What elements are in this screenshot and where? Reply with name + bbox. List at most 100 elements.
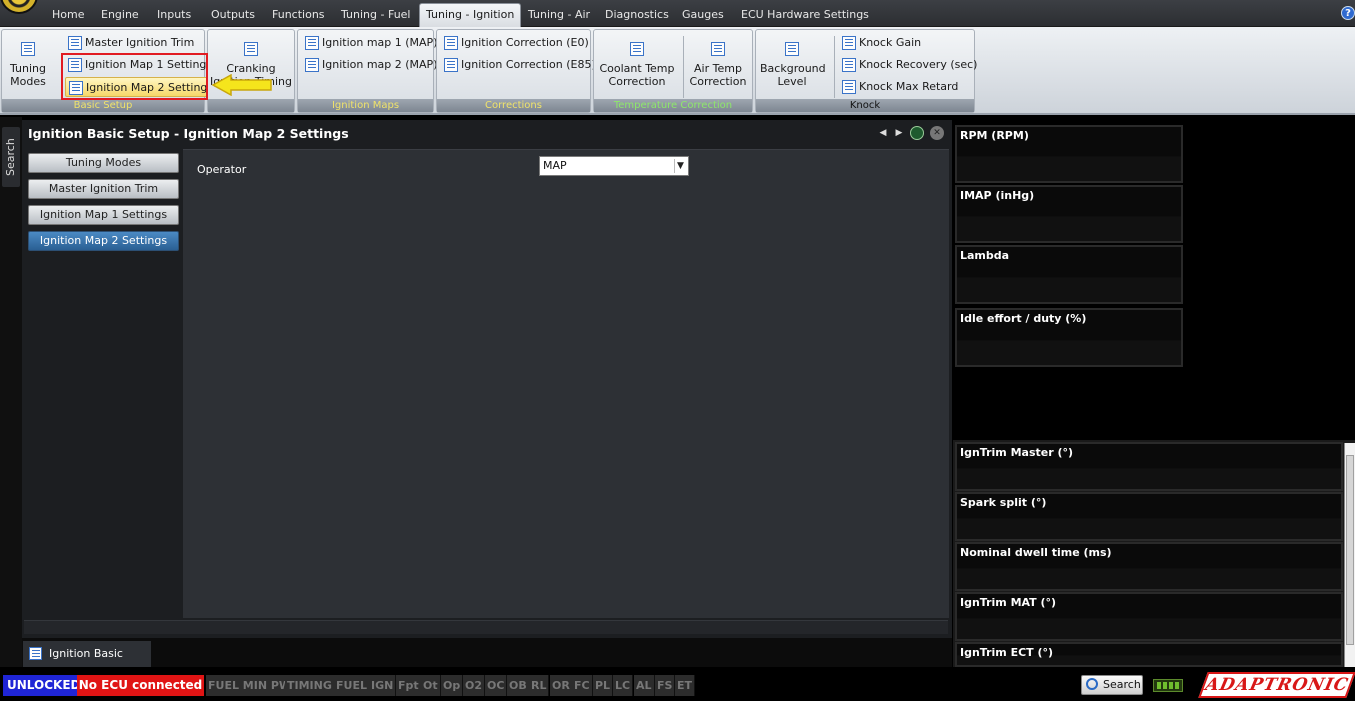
gauge-igntrim-ect[interactable]: IgnTrim ECT (°) xyxy=(955,642,1343,667)
highlight-box xyxy=(61,53,208,100)
operator-select[interactable]: MAP ▼ xyxy=(539,156,689,176)
search-button[interactable]: Search xyxy=(1081,675,1143,695)
gauge-igntrim-mat[interactable]: IgnTrim MAT (°) xyxy=(955,592,1343,641)
tab-ecu-hardware-settings[interactable]: ECU Hardware Settings xyxy=(735,6,875,26)
separator xyxy=(683,36,684,98)
gauge-lambda[interactable]: Lambda xyxy=(955,245,1183,304)
gauge-icon[interactable] xyxy=(910,126,924,140)
table-icon xyxy=(29,647,42,660)
status-bar: UNLOCKED No ECU connected FUEL MIN PW TI… xyxy=(0,667,1355,701)
horizontal-scrollbar[interactable] xyxy=(24,620,948,634)
operator-label: Operator xyxy=(197,163,247,176)
scrollbar-thumb[interactable] xyxy=(1346,455,1354,645)
ignition-correction-e85-button[interactable]: Ignition Correction (E85) xyxy=(441,55,600,75)
gauge-igntrim-master[interactable]: IgnTrim Master (°) xyxy=(955,442,1343,491)
air-temp-correction-button[interactable]: Air Temp Correction xyxy=(686,36,750,88)
table-icon xyxy=(630,42,644,56)
app-logo[interactable] xyxy=(0,0,38,14)
indicator-fpt: Fpt xyxy=(396,675,422,696)
search-icon xyxy=(1086,678,1098,690)
group-label-corrections: Corrections xyxy=(437,99,590,112)
search-side-tab[interactable]: Search xyxy=(2,127,20,187)
tab-tuning-ignition[interactable]: Tuning - Ignition xyxy=(419,3,522,27)
document-tabs: Ignition Basic Setup xyxy=(22,638,952,686)
gauge-idle-effort[interactable]: Idle effort / duty (%) xyxy=(955,308,1183,367)
table-icon xyxy=(444,36,458,50)
indicator-ign: IGN xyxy=(369,675,397,696)
ignition-correction-e0-button[interactable]: Ignition Correction (E0) xyxy=(441,33,593,53)
yellow-arrow-icon xyxy=(211,74,272,96)
nav-master-ignition-trim[interactable]: Master Ignition Trim xyxy=(28,179,179,199)
tab-engine[interactable]: Engine xyxy=(95,6,145,26)
indicator-et: ET xyxy=(675,675,696,696)
gauge-spark-split[interactable]: Spark split (°) xyxy=(955,492,1343,541)
indicator-fc: FC xyxy=(572,675,593,696)
tab-tuning-air[interactable]: Tuning - Air xyxy=(522,6,596,26)
brand-logo: ADAPTRONIC xyxy=(1198,672,1355,698)
group-label-cranking xyxy=(208,99,294,112)
nav-ignition-map-1-settings[interactable]: Ignition Map 1 Settings xyxy=(28,205,179,225)
table-icon xyxy=(68,36,82,50)
ignition-map-1-map-button[interactable]: Ignition map 1 (MAP) xyxy=(302,33,441,53)
gauge-imap[interactable]: IMAP (inHg) xyxy=(955,185,1183,243)
page-title: Ignition Basic Setup - Ignition Map 2 Se… xyxy=(28,126,349,141)
panel-controls: ◀ ▶ ✕ xyxy=(876,126,946,140)
table-icon xyxy=(842,58,856,72)
group-label-ignition-maps: Ignition Maps xyxy=(298,99,433,112)
menu-bar: Home Engine Inputs Outputs Functions Tun… xyxy=(0,0,1355,27)
knock-gain-button[interactable]: Knock Gain xyxy=(839,33,925,53)
tuning-modes-button[interactable]: Tuning Modes xyxy=(6,36,50,88)
table-icon xyxy=(305,36,319,50)
group-temperature-correction: Coolant Temp Correction Air Temp Correct… xyxy=(593,29,753,113)
indicator-fs: FS xyxy=(655,675,676,696)
tab-inputs[interactable]: Inputs xyxy=(151,6,197,26)
tab-outputs[interactable]: Outputs xyxy=(205,6,261,26)
table-icon xyxy=(244,42,258,56)
help-icon[interactable]: ? xyxy=(1341,6,1355,20)
indicator-rl: RL xyxy=(529,675,550,696)
main-panel: Ignition Basic Setup - Ignition Map 2 Se… xyxy=(22,120,952,638)
ribbon: Tuning Modes Master Ignition Trim Igniti… xyxy=(0,27,1355,115)
separator xyxy=(834,36,835,98)
connection-status-badge: No ECU connected xyxy=(77,675,204,696)
knock-recovery-button[interactable]: Knock Recovery (sec) xyxy=(839,55,981,75)
background-level-button[interactable]: Background Level xyxy=(760,36,826,88)
table-icon xyxy=(444,58,458,72)
gauge-nominal-dwell[interactable]: Nominal dwell time (ms) xyxy=(955,542,1343,591)
ignition-map-2-map-button[interactable]: Ignition map 2 (MAP) xyxy=(302,55,441,75)
table-icon xyxy=(785,42,799,56)
group-cranking: Cranking Ignition Timing xyxy=(207,29,295,113)
vertical-scrollbar[interactable] xyxy=(1344,443,1355,667)
tab-diagnostics[interactable]: Diagnostics xyxy=(599,6,675,26)
indicator-lc: LC xyxy=(613,675,634,696)
table-icon xyxy=(21,42,35,56)
indicator-ot: Ot xyxy=(421,675,441,696)
master-ignition-trim-button[interactable]: Master Ignition Trim xyxy=(65,33,198,53)
table-icon xyxy=(842,80,856,94)
coolant-temp-correction-button[interactable]: Coolant Temp Correction xyxy=(598,36,676,88)
close-icon[interactable]: ✕ xyxy=(930,126,944,140)
tab-functions[interactable]: Functions xyxy=(266,6,331,26)
table-icon xyxy=(711,42,725,56)
indicator-pl: PL xyxy=(593,675,614,696)
chevron-down-icon: ▼ xyxy=(674,159,686,173)
lock-status-badge: UNLOCKED xyxy=(3,675,85,696)
table-icon xyxy=(842,36,856,50)
prev-arrow-icon[interactable]: ◀ xyxy=(876,126,890,140)
tab-gauges[interactable]: Gauges xyxy=(676,6,730,26)
group-label-temperature-correction: Temperature Correction xyxy=(594,99,752,112)
tab-tuning-fuel[interactable]: Tuning - Fuel xyxy=(335,6,417,26)
tab-home[interactable]: Home xyxy=(46,6,90,26)
gauge-rpm[interactable]: RPM (RPM) xyxy=(955,125,1183,183)
doc-tab-ignition-basic-setup[interactable]: Ignition Basic Setup xyxy=(23,641,151,686)
nav-ignition-map-2-settings[interactable]: Ignition Map 2 Settings xyxy=(28,231,179,251)
settings-content: Operator MAP ▼ xyxy=(183,149,949,618)
indicator-o2: O2 xyxy=(463,675,486,696)
knock-max-retard-button[interactable]: Knock Max Retard xyxy=(839,77,962,97)
next-arrow-icon[interactable]: ▶ xyxy=(892,126,906,140)
group-label-basic-setup: Basic Setup xyxy=(2,99,204,112)
indicator-op: Op xyxy=(441,675,464,696)
group-corrections: Ignition Correction (E0) Ignition Correc… xyxy=(436,29,596,113)
indicator-fuel-min-pw: FUEL MIN PW xyxy=(206,675,295,696)
nav-tuning-modes[interactable]: Tuning Modes xyxy=(28,153,179,173)
